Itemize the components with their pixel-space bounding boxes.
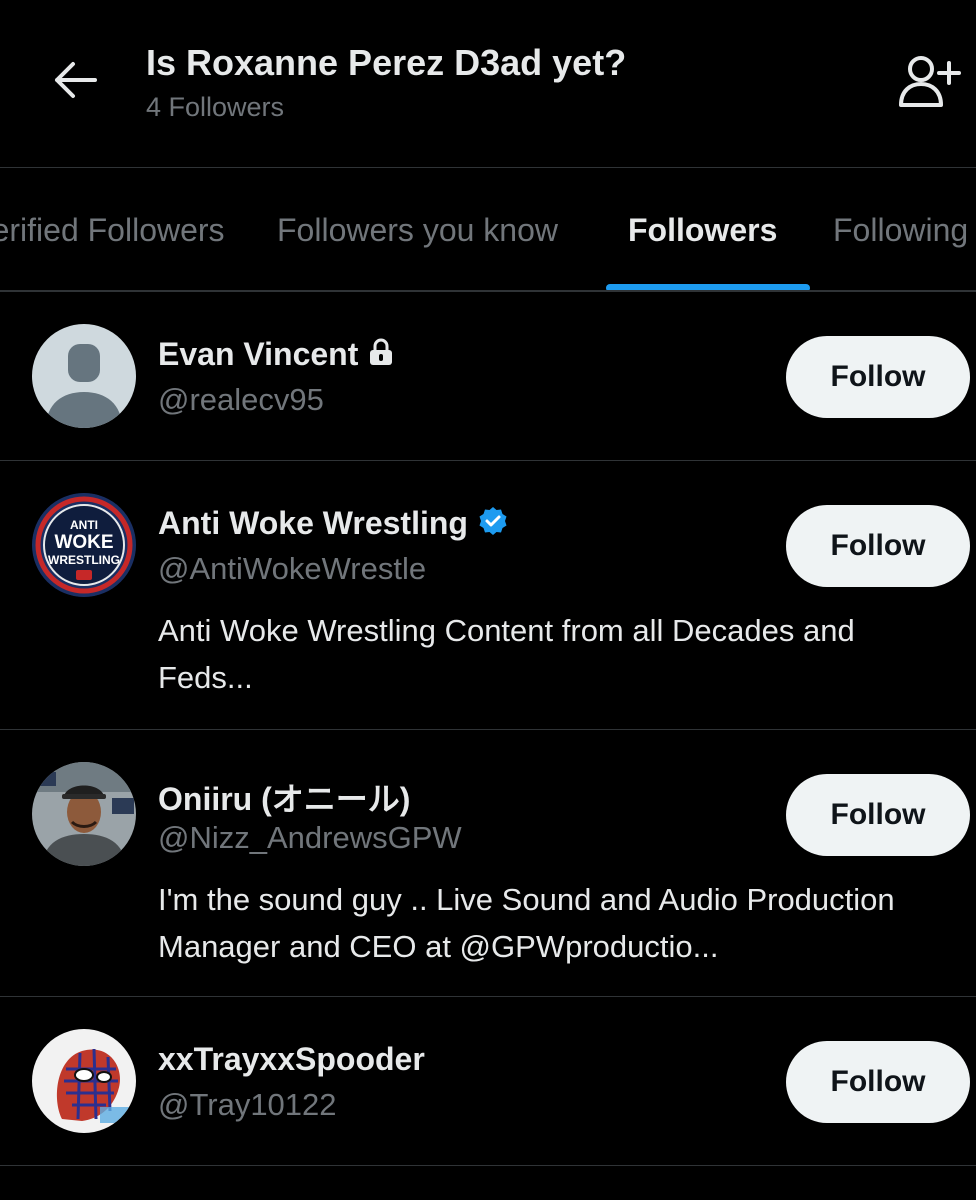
tab-following[interactable]: Following [833,212,968,249]
tab-followers-you-know[interactable]: Followers you know [277,212,558,249]
avatar[interactable] [32,762,136,866]
list-item[interactable]: ANTI WOKE WRESTLING Anti Woke Wrestling … [0,461,976,730]
avatar[interactable] [32,1029,136,1133]
user-name[interactable]: Oniiru (オニール) [158,774,410,820]
user-handle: @Tray10122 [158,1087,337,1122]
follow-button[interactable]: Follow [786,336,970,418]
user-bio: Anti Woke Wrestling Content from all Dec… [158,613,855,695]
top-header: Is Roxanne Perez D3ad yet? 4 Followers [0,0,976,168]
add-user-icon [897,53,961,114]
follow-button[interactable]: Follow [786,1041,970,1123]
verified-badge-icon [478,506,508,541]
back-button[interactable] [40,52,110,112]
avatar[interactable] [32,324,136,428]
lock-icon [368,338,394,371]
follow-button[interactable]: Follow [786,505,970,587]
list-item[interactable]: Oniiru (オニール) @Nizz_AndrewsGPW I'm the s… [0,730,976,997]
arrow-left-icon [51,60,99,105]
user-handle: @Nizz_AndrewsGPW [158,820,462,855]
user-name[interactable]: xxTrayxxSpooder [158,1041,425,1078]
tab-bar: Verified Followers Followers you know Fo… [0,168,976,292]
page-title: Is Roxanne Perez D3ad yet? [146,42,627,83]
tab-followers[interactable]: Followers [628,212,777,249]
add-user-button[interactable] [892,50,966,116]
followers-count: 4 Followers [146,92,285,122]
list-item[interactable]: xxTrayxxSpooder @Tray10122 Follow [0,997,976,1166]
list-item[interactable]: Evan Vincent @realecv95 Follow [0,292,976,461]
avatar-logo-text-bottom: WRESTLING [48,553,120,567]
user-name[interactable]: Anti Woke Wrestling [158,505,468,542]
user-bio: I'm the sound guy .. Live Sound and Audi… [158,882,895,964]
user-name[interactable]: Evan Vincent [158,336,358,373]
tab-verified-followers[interactable]: Verified Followers [0,212,225,249]
followers-list: Evan Vincent @realecv95 Follow ANTI WOKE… [0,292,976,1166]
avatar[interactable]: ANTI WOKE WRESTLING [32,493,136,597]
active-tab-indicator [606,284,810,290]
follow-button[interactable]: Follow [786,774,970,856]
avatar-logo-text-top: ANTI [70,518,98,532]
user-handle: @realecv95 [158,382,324,417]
avatar-logo-text-mid: WOKE [54,532,113,553]
user-handle: @AntiWokeWrestle [158,551,427,586]
